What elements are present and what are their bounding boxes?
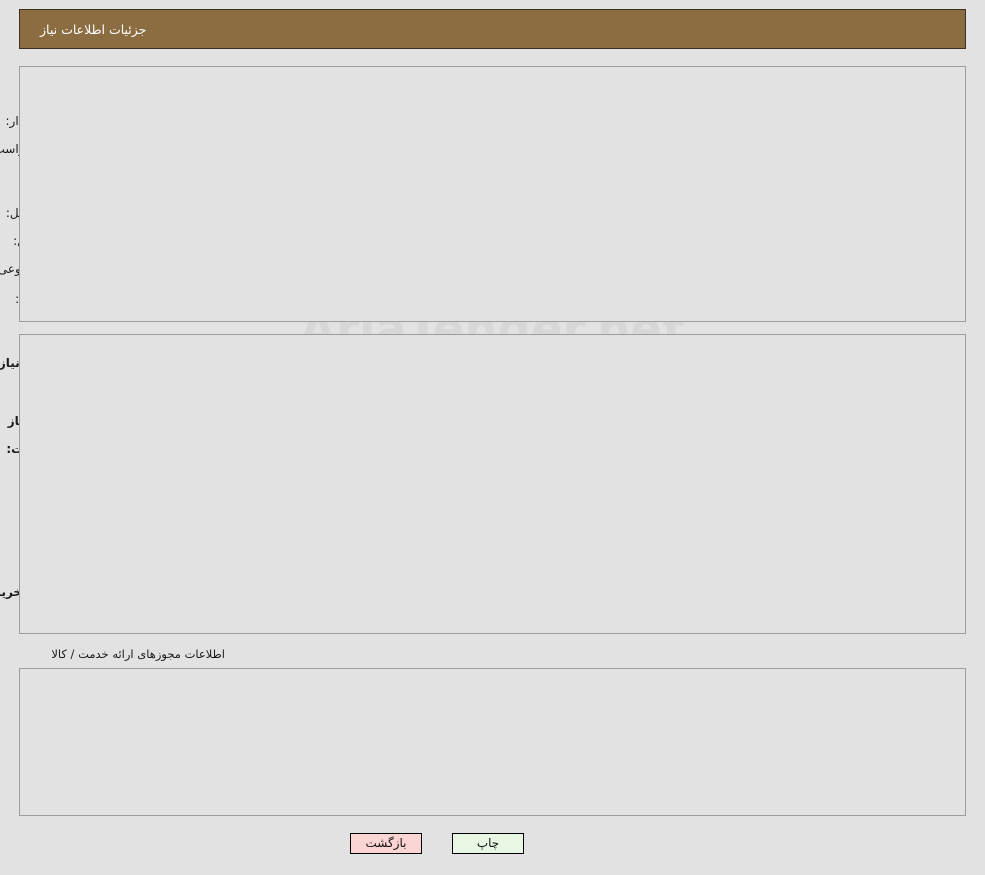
permits-heading: اطلاعات مجوزهای ارائه خدمت / کالا xyxy=(51,647,225,661)
back-button[interactable]: بازگشت xyxy=(350,833,422,854)
services-panel xyxy=(19,334,966,634)
page-title: جزئیات اطلاعات نیاز xyxy=(19,9,966,49)
need-details-panel xyxy=(19,66,966,322)
print-button[interactable]: چاپ xyxy=(452,833,524,854)
permits-panel xyxy=(19,668,966,816)
page-root: AriaTender.net جزئیات اطلاعات نیاز شماره… xyxy=(0,0,985,875)
